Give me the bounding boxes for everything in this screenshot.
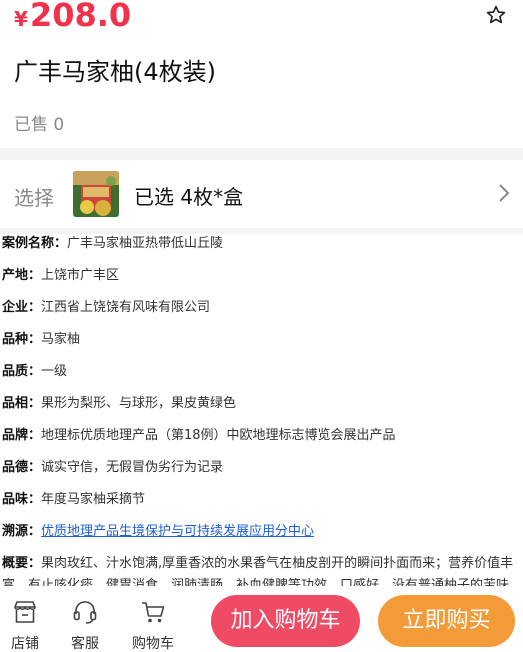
detail-value: 马家柚 xyxy=(41,332,81,347)
service-tab[interactable]: 客服 xyxy=(57,586,113,652)
store-icon xyxy=(14,601,36,623)
detail-row: 品味：年度马家柚采摘节 xyxy=(2,489,520,511)
chevron-right-icon xyxy=(499,184,510,202)
detail-key: 品德： xyxy=(2,460,42,475)
detail-key: 产地： xyxy=(2,268,42,283)
headset-icon xyxy=(73,601,97,624)
add-to-cart-button[interactable]: 加入购物车 xyxy=(211,595,360,647)
detail-row: 案例名称：广丰马家柚亚热带低山丘陵 xyxy=(2,234,520,255)
price-value: 208.0 xyxy=(29,0,132,34)
detail-row: 品德：诚实守信，无假冒伪劣行为记录 xyxy=(2,457,520,479)
detail-row: 概要：果肉玫红、汁水饱满,厚重香浓的水果香气在柚皮剖开的瞬间扑面而来；营养价值丰… xyxy=(2,553,520,586)
detail-key: 案例名称： xyxy=(2,236,68,251)
detail-value: 上饶市广丰区 xyxy=(41,268,120,283)
detail-value: 年度马家柚采摘节 xyxy=(41,492,146,507)
traceability-link[interactable]: 优质地理产品生境保护与可持续发展应用分中心 xyxy=(41,524,314,539)
sku-selected: 已选 4枚*盒 xyxy=(134,185,244,209)
detail-key: 品牌： xyxy=(2,428,42,443)
detail-row: 品相：果形为梨形、与球形，果皮黄绿色 xyxy=(2,393,520,415)
detail-row: 产地：上饶市广丰区 xyxy=(2,265,520,287)
product-details: 案例名称：广丰马家柚亚热带低山丘陵 产地：上饶市广丰区 企业：江西省上饶饶有风味… xyxy=(0,234,523,586)
detail-row: 品质：一级 xyxy=(2,361,520,383)
detail-key: 企业： xyxy=(2,300,42,315)
detail-value: 果形为梨形、与球形，果皮黄绿色 xyxy=(41,396,237,411)
store-label: 店铺 xyxy=(11,636,39,652)
product-thumbnail xyxy=(73,171,119,217)
detail-row: 品种：马家柚 xyxy=(2,329,520,351)
detail-value: 果肉玫红、汁水饱满,厚重香浓的水果香气在柚皮剖开的瞬间扑面而来；营养价值丰富，有… xyxy=(2,556,514,586)
detail-key: 品质： xyxy=(2,364,42,379)
star-outline-icon[interactable] xyxy=(485,4,507,26)
detail-value: 广丰马家柚亚热带低山丘陵 xyxy=(67,236,224,251)
service-label: 客服 xyxy=(71,636,99,652)
cart-label: 购物车 xyxy=(132,636,174,652)
cart-icon xyxy=(142,602,165,623)
price: ¥ 208.0 xyxy=(14,0,131,36)
detail-key: 品相： xyxy=(2,396,42,411)
detail-key: 溯源： xyxy=(2,524,42,539)
detail-value: 一级 xyxy=(41,364,68,379)
detail-row: 品牌：地理标优质地理产品（第18例）中欧地理标志博览会展出产品 xyxy=(2,425,520,447)
detail-row: 企业：江西省上饶饶有风味有限公司 xyxy=(2,297,520,319)
section-divider xyxy=(0,148,523,160)
store-tab[interactable]: 店铺 xyxy=(0,586,53,652)
sku-label: 选择 xyxy=(14,186,54,210)
currency-symbol: ¥ xyxy=(14,7,28,31)
detail-key: 概要： xyxy=(2,556,42,571)
detail-key: 品味： xyxy=(2,492,42,507)
detail-value: 地理标优质地理产品（第18例）中欧地理标志博览会展出产品 xyxy=(41,428,396,443)
detail-value: 诚实守信，无假冒伪劣行为记录 xyxy=(41,460,224,475)
detail-value: 江西省上饶饶有风味有限公司 xyxy=(41,300,211,315)
bottom-action-bar: 店铺 客服 购物车 加入购物车 立即购买 xyxy=(0,586,523,652)
detail-row: 溯源：优质地理产品生境保护与可持续发展应用分中心 xyxy=(2,521,520,543)
detail-key: 品种： xyxy=(2,332,42,347)
sku-selector[interactable]: 选择 已选 4枚*盒 xyxy=(0,160,523,228)
sold-count: 已售 0 xyxy=(14,115,65,135)
cart-tab[interactable]: 购物车 xyxy=(125,586,181,652)
buy-now-button[interactable]: 立即购买 xyxy=(378,595,515,647)
product-title: 广丰马家柚(4枚装) xyxy=(14,58,216,86)
